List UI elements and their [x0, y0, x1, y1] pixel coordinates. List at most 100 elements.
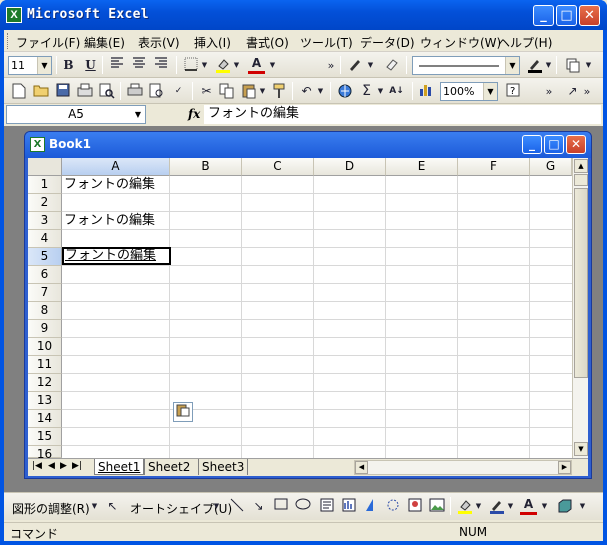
workbook-title-bar[interactable]: X Book1 _ □ ✕ [25, 132, 591, 158]
tab-sheet1[interactable]: Sheet1 [94, 459, 145, 475]
wordart-icon[interactable] [340, 498, 357, 515]
split-box[interactable] [574, 174, 588, 186]
name-box[interactable]: A5 ▼ [6, 105, 146, 124]
print-preview-icon[interactable] [148, 83, 165, 100]
insert-picture-icon[interactable] [428, 498, 445, 515]
line-icon[interactable] [228, 498, 245, 515]
cursor-icon[interactable]: ↗ [564, 83, 581, 100]
autosum-icon[interactable]: Σ [358, 83, 375, 100]
title-bar[interactable]: X Microsoft Excel _ □ ✕ [0, 0, 607, 30]
minimize-button[interactable]: _ [533, 5, 554, 26]
scroll-down-icon[interactable]: ▼ [574, 442, 588, 456]
toolbar-options-icon[interactable]: » [544, 83, 554, 100]
row-header-4[interactable]: 4 [28, 230, 62, 248]
pen-icon[interactable] [346, 57, 363, 74]
fill-color-icon[interactable] [456, 498, 473, 515]
maximize-button[interactable]: □ [556, 5, 577, 26]
bold-button[interactable]: B [60, 57, 77, 74]
draw-menu-button[interactable]: 図形の調整(R) [12, 500, 90, 517]
chevron-down-icon[interactable]: ▼ [376, 83, 385, 100]
row-header-2[interactable]: 2 [28, 194, 62, 212]
row-header-3[interactable]: 3 [28, 212, 62, 230]
chart-wizard-icon[interactable] [418, 83, 435, 100]
scroll-up-icon[interactable]: ▲ [574, 159, 588, 173]
tab-sheet2[interactable]: Sheet2 [144, 459, 193, 475]
chevron-down-icon[interactable]: ▼ [578, 498, 587, 515]
chevron-down-icon[interactable]: ▼ [584, 57, 593, 74]
row-header-1[interactable]: 1 [28, 176, 62, 194]
toolbar-options-icon[interactable]: » [582, 83, 592, 100]
chevron-down-icon[interactable]: ▼ [37, 57, 51, 74]
column-header-c[interactable]: C [242, 158, 314, 176]
eraser-icon[interactable] [382, 57, 399, 74]
print-icon[interactable] [126, 83, 143, 100]
copy-icon[interactable] [564, 57, 581, 74]
sort-ascending-icon[interactable]: A↓ [388, 83, 405, 100]
menubar-grip[interactable] [7, 33, 10, 49]
chevron-down-icon[interactable]: ▼ [232, 57, 241, 74]
next-sheet-icon[interactable]: ▶ [60, 461, 67, 471]
chevron-down-icon[interactable]: ▼ [483, 83, 497, 100]
menu-edit[interactable]: 編集(E) [84, 34, 125, 51]
spelling-check-icon[interactable]: ✓ [170, 83, 187, 100]
line-style-combo[interactable]: ▼ [412, 56, 520, 75]
help-icon[interactable]: ? [504, 83, 521, 100]
menu-format[interactable]: 書式(O) [246, 34, 289, 51]
close-button[interactable]: ✕ [579, 5, 600, 26]
chevron-down-icon[interactable]: ▼ [131, 106, 145, 123]
arrow-icon[interactable]: ↘ [250, 498, 267, 515]
workbook-close-button[interactable]: ✕ [566, 135, 586, 154]
column-header-f[interactable]: F [458, 158, 530, 176]
cell-a5-active[interactable]: フォントの編集 [62, 247, 171, 265]
fx-icon[interactable]: fx [188, 107, 200, 121]
scroll-left-icon[interactable]: ◀ [355, 461, 368, 474]
menu-file[interactable]: ファイル(F) [16, 34, 80, 51]
diagram-icon[interactable] [362, 498, 379, 515]
vertical-scrollbar[interactable]: ▲ ▼ [572, 158, 588, 458]
chevron-down-icon[interactable]: ▼ [200, 57, 209, 74]
horizontal-scrollbar[interactable]: ◀ ▶ [354, 460, 572, 475]
column-header-a[interactable]: A [62, 158, 170, 176]
chevron-down-icon[interactable]: ▼ [268, 57, 277, 74]
paste-icon[interactable] [240, 83, 257, 100]
font-color-icon[interactable]: A [520, 498, 537, 515]
row-header-14[interactable]: 14 [28, 410, 62, 428]
save-icon[interactable] [54, 83, 71, 100]
row-header-9[interactable]: 9 [28, 320, 62, 338]
open-folder-icon[interactable] [32, 83, 49, 100]
workbook-icon[interactable]: X [30, 137, 45, 152]
format-painter-icon[interactable] [270, 83, 287, 100]
last-sheet-icon[interactable]: ▶| [72, 461, 82, 471]
align-right-icon[interactable] [152, 57, 169, 74]
search-icon[interactable] [98, 83, 115, 100]
workbook-minimize-button[interactable]: _ [522, 135, 542, 154]
menu-view[interactable]: 表示(V) [138, 34, 180, 51]
cell-a3[interactable]: フォントの編集 [64, 212, 155, 230]
undo-icon[interactable]: ↶ [298, 83, 315, 100]
row-header-7[interactable]: 7 [28, 284, 62, 302]
column-header-e[interactable]: E [386, 158, 458, 176]
menu-help[interactable]: ヘルプ(H) [498, 34, 552, 51]
chevron-down-icon[interactable]: ▼ [544, 57, 553, 74]
row-header-11[interactable]: 11 [28, 356, 62, 374]
first-sheet-icon[interactable]: |◀ [32, 461, 42, 471]
menu-tools[interactable]: ツール(T) [300, 34, 353, 51]
fill-color-icon[interactable] [214, 57, 231, 74]
row-header-8[interactable]: 8 [28, 302, 62, 320]
row-header-12[interactable]: 12 [28, 374, 62, 392]
underline-button[interactable]: U [82, 57, 99, 74]
select-objects-icon[interactable]: ↖ [104, 498, 121, 515]
column-header-g[interactable]: G [530, 158, 572, 176]
row-header-5[interactable]: 5 [28, 248, 62, 266]
chevron-down-icon[interactable]: ▼ [540, 498, 549, 515]
chevron-down-icon[interactable]: ▼ [258, 83, 267, 100]
text-box-icon[interactable] [318, 498, 335, 515]
menu-data[interactable]: データ(D) [360, 34, 415, 51]
picture-icon[interactable] [406, 498, 423, 515]
row-header-15[interactable]: 15 [28, 428, 62, 446]
vertical-scroll-thumb[interactable] [574, 188, 588, 378]
oval-icon[interactable] [294, 498, 311, 515]
excel-app-icon[interactable]: X [6, 7, 22, 23]
chevron-down-icon[interactable]: ▼ [506, 498, 515, 515]
permission-icon[interactable] [76, 83, 93, 100]
